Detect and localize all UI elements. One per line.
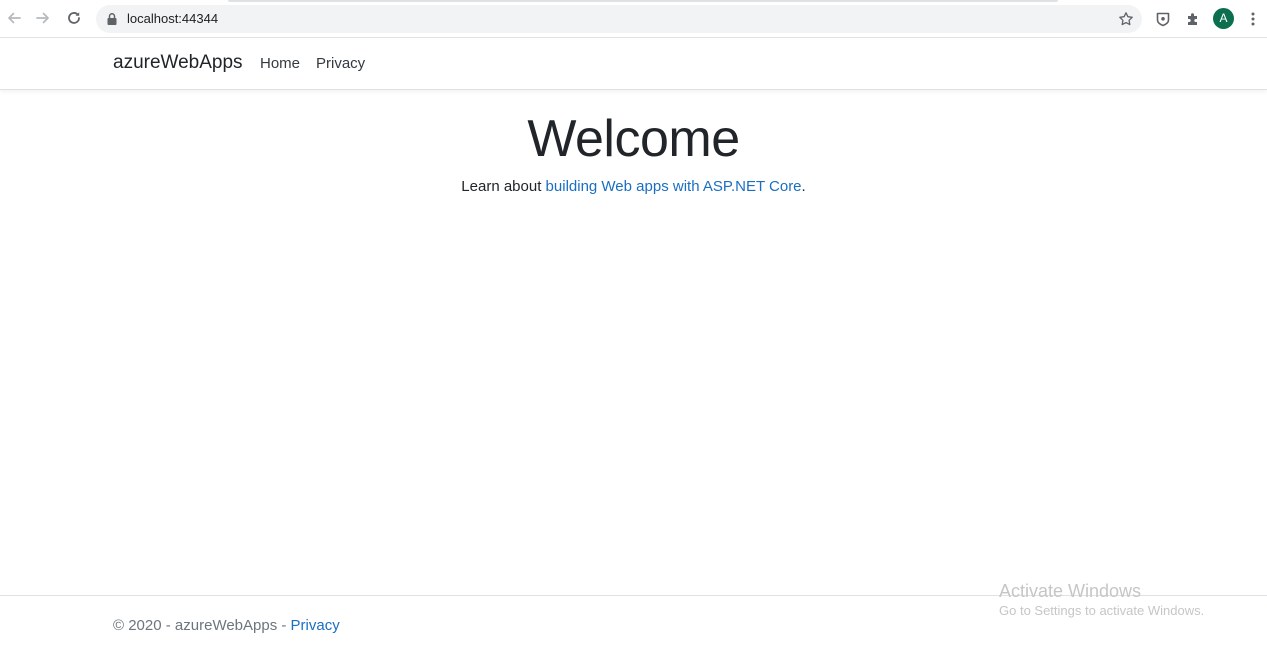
arrow-left-icon — [8, 12, 21, 24]
reload-icon — [68, 12, 80, 24]
puzzle-icon — [1188, 13, 1197, 25]
address-bar[interactable]: localhost:44344 — [96, 5, 1142, 33]
url-text[interactable]: localhost:44344 — [127, 11, 218, 27]
arrow-right-icon — [36, 12, 49, 24]
tab-strip-edge — [228, 0, 1058, 2]
browser-menu-button[interactable] — [1243, 9, 1263, 29]
learn-suffix: . — [801, 178, 806, 195]
learn-prefix: Learn about — [461, 178, 546, 195]
footer-privacy-link[interactable]: Privacy — [291, 617, 340, 634]
lock-icon[interactable] — [106, 12, 118, 26]
brand-link[interactable]: azureWebApps — [113, 52, 243, 74]
footer: © 2020 - azureWebApps - Privacy — [0, 595, 1267, 646]
extension-button[interactable] — [1153, 9, 1173, 29]
shield-icon — [1156, 12, 1170, 27]
back-button[interactable] — [4, 8, 24, 28]
browser-toolbar: localhost:44344 A — [0, 0, 1267, 38]
avatar[interactable]: A — [1213, 8, 1234, 29]
copyright-text: © 2020 - azureWebApps - — [113, 617, 291, 634]
site-navbar: azureWebApps Home Privacy — [0, 38, 1267, 90]
nav-link-home[interactable]: Home — [260, 55, 300, 72]
aspnet-docs-link[interactable]: building Web apps with ASP.NET Core — [546, 178, 802, 195]
learn-paragraph: Learn about building Web apps with ASP.N… — [0, 178, 1267, 196]
nav-link-privacy[interactable]: Privacy — [316, 55, 365, 72]
footer-text: © 2020 - azureWebApps - Privacy — [113, 617, 340, 635]
reload-button[interactable] — [64, 8, 84, 28]
page-title: Welcome — [527, 110, 740, 168]
kebab-menu-icon — [1251, 12, 1255, 26]
star-icon[interactable] — [1118, 11, 1134, 27]
extensions-menu-button[interactable] — [1183, 9, 1203, 29]
forward-button[interactable] — [33, 8, 53, 28]
